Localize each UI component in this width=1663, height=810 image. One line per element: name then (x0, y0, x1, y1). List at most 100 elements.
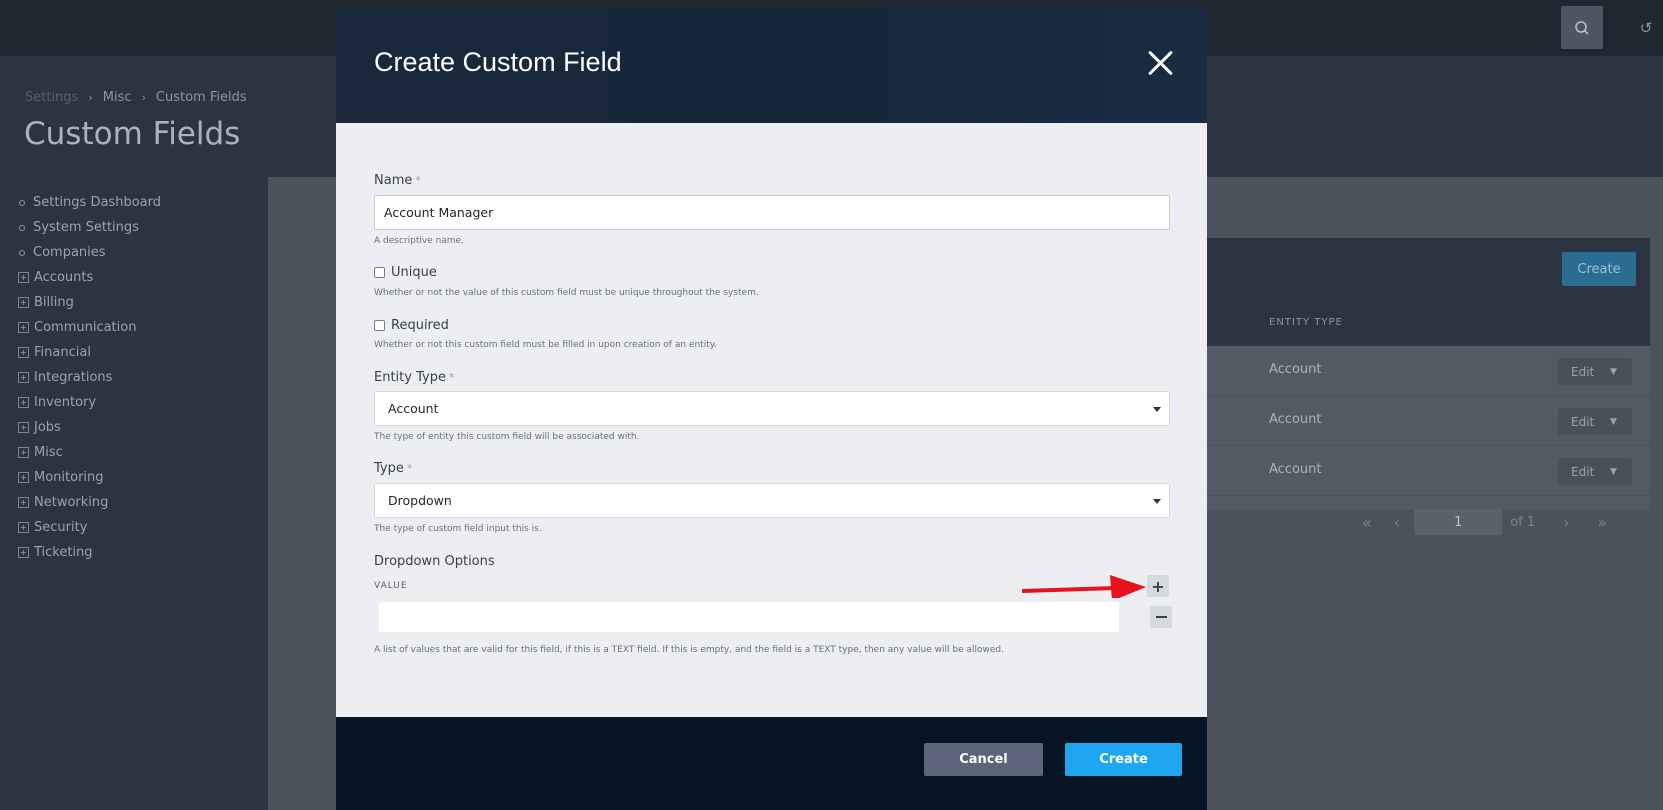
sidebar-item-integrations[interactable]: Integrations (0, 365, 268, 390)
entity-type-select[interactable]: Account (374, 391, 1170, 426)
prev-page-icon[interactable]: ‹ (1394, 513, 1400, 532)
name-input[interactable]: Account Manager (374, 195, 1170, 230)
unique-help: Whether or not the value of this custom … (374, 288, 759, 298)
bullet-icon (19, 249, 25, 256)
sidebar-item-jobs[interactable]: Jobs (0, 415, 268, 440)
unique-option: Unique (374, 265, 437, 280)
modal-header: Create Custom Field (336, 8, 1207, 123)
expand-icon (18, 347, 29, 358)
sidebar-item-communication[interactable]: Communication (0, 315, 268, 340)
last-page-icon[interactable]: » (1598, 513, 1608, 532)
expand-icon (18, 397, 29, 408)
create-button[interactable]: Create (1065, 743, 1182, 776)
chevron-right-icon: › (88, 91, 93, 104)
expand-icon (18, 497, 29, 508)
expand-icon (18, 547, 29, 558)
pagination: « ‹ 1 of 1 › » (1362, 509, 1607, 535)
first-page-icon[interactable]: « (1362, 513, 1372, 532)
required-help: Whether or not this custom field must be… (374, 340, 717, 350)
page-count: of 1 (1510, 514, 1536, 530)
sidebar-item-label: System Settings (33, 220, 139, 235)
annotation-arrow-icon (1022, 575, 1146, 598)
search-icon (1575, 20, 1589, 35)
caret-down-icon[interactable]: ▼ (1610, 467, 1617, 477)
plus-icon: + (1151, 576, 1165, 596)
required-marker: * (406, 462, 413, 475)
sidebar-item-monitoring[interactable]: Monitoring (0, 465, 268, 490)
sidebar-item-label: Ticketing (34, 545, 93, 560)
value-column-header: VALUE (374, 581, 408, 591)
create-custom-field-modal: Create Custom Field Name * Account Manage… (336, 8, 1207, 810)
name-label-text: Name (374, 173, 413, 188)
type-label-text: Type (374, 461, 404, 476)
caret-down-icon[interactable]: ▼ (1610, 417, 1617, 427)
cell-entity-type: Account (1269, 412, 1322, 427)
sidebar-item-label: Settings Dashboard (33, 195, 161, 210)
sidebar-item-system-settings[interactable]: System Settings (0, 215, 268, 240)
sidebar-item-inventory[interactable]: Inventory (0, 390, 268, 415)
cancel-button[interactable]: Cancel (924, 743, 1043, 776)
sidebar-item-label: Networking (34, 495, 109, 510)
table-create-button[interactable]: Create (1562, 252, 1636, 286)
sidebar-item-ticketing[interactable]: Ticketing (0, 540, 268, 565)
sidebar-item-billing[interactable]: Billing (0, 290, 268, 315)
sidebar-item-label: Misc (34, 445, 63, 460)
caret-down-icon[interactable]: ▼ (1610, 367, 1617, 377)
sidebar-item-misc[interactable]: Misc (0, 440, 268, 465)
expand-icon (18, 372, 29, 383)
edit-button[interactable]: Edit ▼ (1558, 458, 1632, 485)
sidebar-item-networking[interactable]: Networking (0, 490, 268, 515)
type-select[interactable]: Dropdown (374, 483, 1170, 518)
sidebar-item-settings-dashboard[interactable]: Settings Dashboard (0, 190, 268, 215)
sidebar-item-label: Billing (34, 295, 74, 310)
breadcrumb-custom-fields: Custom Fields (155, 90, 247, 105)
edit-label: Edit (1571, 414, 1595, 429)
caret-down-icon (1153, 499, 1161, 504)
dropdown-options-label: Dropdown Options (374, 554, 495, 569)
edit-button[interactable]: Edit ▼ (1558, 408, 1632, 435)
page-input[interactable]: 1 (1414, 509, 1503, 535)
breadcrumb: Settings › Misc › Custom Fields (25, 90, 247, 105)
edit-label: Edit (1571, 364, 1595, 379)
sidebar-item-security[interactable]: Security (0, 515, 268, 540)
expand-icon (18, 522, 29, 533)
sidebar-item-accounts[interactable]: Accounts (0, 265, 268, 290)
expand-icon (18, 472, 29, 483)
entity-type-label: Entity Type * (374, 370, 454, 385)
required-option: Required (374, 318, 449, 333)
modal-title: Create Custom Field (374, 47, 622, 77)
required-marker: * (415, 174, 421, 187)
bullet-icon (19, 224, 25, 231)
sidebar-item-label: Inventory (34, 395, 97, 410)
search-button[interactable] (1561, 6, 1603, 49)
entity-type-help: The type of entity this custom field wil… (374, 432, 640, 442)
breadcrumb-misc[interactable]: Misc (103, 90, 132, 105)
expand-icon (18, 422, 29, 433)
sidebar: Settings Dashboard System Settings Compa… (0, 177, 268, 810)
entity-type-label-text: Entity Type (374, 370, 446, 385)
unique-label[interactable]: Unique (391, 265, 437, 280)
sidebar-item-financial[interactable]: Financial (0, 340, 268, 365)
name-label: Name * (374, 173, 421, 188)
unique-checkbox[interactable] (374, 267, 385, 278)
required-label[interactable]: Required (391, 318, 449, 333)
option-value-input[interactable] (379, 602, 1119, 632)
sidebar-item-companies[interactable]: Companies (0, 240, 268, 265)
expand-icon (18, 272, 29, 283)
column-header-entity-type[interactable]: ENTITY TYPE (1269, 317, 1343, 328)
refresh-icon[interactable]: ↺ (1636, 18, 1656, 38)
sidebar-item-label: Companies (33, 245, 106, 260)
edit-button[interactable]: Edit ▼ (1558, 358, 1632, 385)
next-page-icon[interactable]: › (1563, 513, 1569, 532)
type-help: The type of custom field input this is. (374, 524, 542, 534)
add-option-button[interactable]: + (1147, 575, 1169, 597)
remove-option-button[interactable] (1150, 606, 1172, 628)
type-label: Type * (374, 461, 412, 476)
bullet-icon (19, 199, 25, 206)
cell-entity-type: Account (1269, 462, 1322, 477)
close-icon[interactable] (1146, 49, 1174, 77)
sidebar-item-label: Communication (34, 320, 137, 335)
sidebar-item-label: Integrations (34, 370, 113, 385)
required-checkbox[interactable] (374, 320, 385, 331)
breadcrumb-settings[interactable]: Settings (25, 90, 78, 105)
